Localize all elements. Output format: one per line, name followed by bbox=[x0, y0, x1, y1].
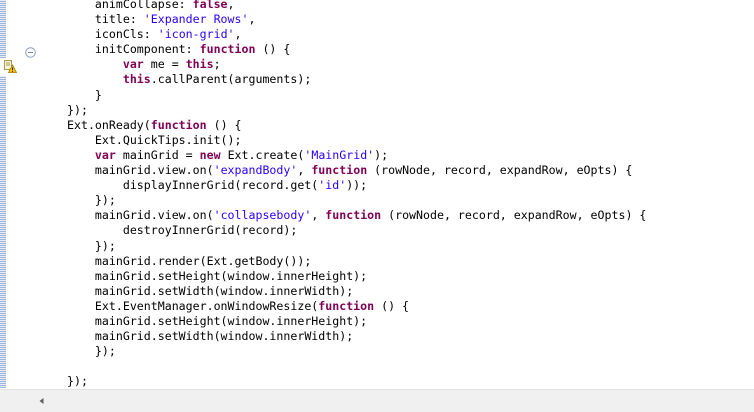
code-line: mainGrid.view.on('collapsebody', functio… bbox=[67, 208, 646, 223]
code-line: Ext.EventManager.onWindowResize(function… bbox=[67, 299, 646, 314]
keyword-token: function bbox=[325, 208, 382, 223]
code-token: Ext.QuickTips.init(); bbox=[67, 132, 242, 147]
code-token: )); bbox=[346, 178, 368, 193]
code-line: var me = this; bbox=[67, 57, 646, 72]
code-token: mainGrid.setWidth(window.innerWidth); bbox=[67, 283, 354, 298]
code-token: me = bbox=[143, 57, 186, 72]
code-token: }); bbox=[67, 238, 116, 253]
code-line: mainGrid.render(Ext.getBody()); bbox=[67, 254, 646, 269]
code-line: } bbox=[67, 88, 646, 103]
keyword-token: this bbox=[185, 57, 214, 72]
code-line: mainGrid.setHeight(window.innerHeight); bbox=[67, 314, 646, 329]
code-token: mainGrid = bbox=[115, 147, 200, 162]
code-token: }); bbox=[67, 102, 88, 117]
keyword-token: false bbox=[192, 0, 228, 11]
scroll-left-arrow-icon[interactable] bbox=[36, 395, 48, 407]
annotation-ruler bbox=[6, 0, 19, 388]
code-token: ; bbox=[213, 57, 221, 72]
code-token: () { bbox=[206, 117, 242, 132]
code-token: }); bbox=[67, 344, 116, 359]
code-line: animCollapse: false, bbox=[67, 0, 646, 12]
code-line: var mainGrid = new Ext.create('MainGrid'… bbox=[67, 148, 646, 163]
code-line: mainGrid.setWidth(window.innerWidth); bbox=[67, 329, 646, 344]
code-line: }); bbox=[67, 193, 646, 208]
code-line: Ext.onReady(function () { bbox=[67, 118, 646, 133]
code-token: , bbox=[227, 0, 235, 11]
code-token: destroyInnerGrid(record); bbox=[67, 223, 298, 238]
warning-icon[interactable] bbox=[4, 60, 17, 73]
horizontal-scrollbar[interactable] bbox=[0, 389, 754, 412]
string-token: 'MainGrid' bbox=[304, 147, 375, 162]
code-line: }); bbox=[67, 103, 646, 118]
code-line: destroyInnerGrid(record); bbox=[67, 223, 646, 238]
string-token: 'id' bbox=[318, 178, 347, 193]
code-token: mainGrid.setHeight(window.innerHeight); bbox=[67, 268, 368, 283]
code-line: }); bbox=[67, 374, 646, 389]
code-token: , bbox=[311, 208, 326, 223]
code-token: mainGrid.render(Ext.getBody()); bbox=[67, 253, 312, 268]
code-editor[interactable]: animCollapse: false, title: 'Expander Ro… bbox=[0, 0, 754, 412]
code-token: mainGrid.setWidth(window.innerWidth); bbox=[67, 329, 354, 344]
code-token: mainGrid.view.on( bbox=[67, 208, 214, 223]
code-token: .callParent(arguments); bbox=[150, 72, 312, 87]
code-line: iconCls: 'icon-grid', bbox=[67, 27, 646, 42]
code-token: }); bbox=[67, 193, 116, 208]
keyword-token: function bbox=[199, 42, 256, 57]
code-token: title: bbox=[67, 12, 144, 27]
code-text-area[interactable]: animCollapse: false, title: 'Expander Ro… bbox=[67, 0, 646, 389]
code-token: () { bbox=[374, 298, 410, 313]
string-token: 'expandBody' bbox=[213, 163, 298, 178]
code-token: () { bbox=[255, 42, 291, 57]
keyword-token: new bbox=[199, 147, 221, 162]
keyword-token: var bbox=[94, 147, 116, 162]
code-token: , bbox=[234, 27, 242, 42]
string-token: 'collapsebody' bbox=[213, 208, 312, 223]
code-token: }); bbox=[67, 374, 88, 389]
code-line: mainGrid.view.on('expandBody', function … bbox=[67, 163, 646, 178]
code-token: Ext.onReady( bbox=[67, 117, 151, 132]
fold-collapse-icon[interactable] bbox=[25, 47, 36, 58]
keyword-token: function bbox=[311, 163, 368, 178]
code-line: initComponent: function () { bbox=[67, 42, 646, 57]
code-line: title: 'Expander Rows', bbox=[67, 12, 646, 27]
code-token: mainGrid.setHeight(window.innerHeight); bbox=[67, 313, 368, 328]
code-line: this.callParent(arguments); bbox=[67, 72, 646, 87]
code-token: (rowNode, record, expandRow, eOpts) { bbox=[367, 163, 633, 178]
code-token: Ext.create( bbox=[220, 147, 305, 162]
code-token: Ext.EventManager.onWindowResize( bbox=[67, 298, 319, 313]
keyword-token: this bbox=[122, 72, 151, 87]
code-token: ); bbox=[374, 147, 389, 162]
code-token: iconCls: bbox=[67, 27, 158, 42]
code-token: , bbox=[248, 12, 256, 27]
code-token: initComponent: bbox=[67, 42, 200, 57]
code-line: }); bbox=[67, 344, 646, 359]
code-token: (rowNode, record, expandRow, eOpts) { bbox=[381, 208, 647, 223]
code-token: displayInnerGrid(record.get( bbox=[67, 178, 319, 193]
code-line: mainGrid.setWidth(window.innerWidth); bbox=[67, 284, 646, 299]
code-line: mainGrid.setHeight(window.innerHeight); bbox=[67, 269, 646, 284]
code-line: }); bbox=[67, 239, 646, 254]
code-token: } bbox=[67, 87, 102, 102]
string-token: 'Expander Rows' bbox=[143, 12, 249, 27]
keyword-token: function bbox=[150, 117, 207, 132]
string-token: 'icon-grid' bbox=[157, 27, 235, 42]
code-token: , bbox=[297, 163, 312, 178]
code-line: displayInnerGrid(record.get('id')); bbox=[67, 178, 646, 193]
code-line: Ext.QuickTips.init(); bbox=[67, 133, 646, 148]
keyword-token: var bbox=[122, 57, 144, 72]
keyword-token: function bbox=[318, 298, 375, 313]
code-token: animCollapse: bbox=[67, 0, 193, 11]
code-token: mainGrid.view.on( bbox=[67, 163, 214, 178]
